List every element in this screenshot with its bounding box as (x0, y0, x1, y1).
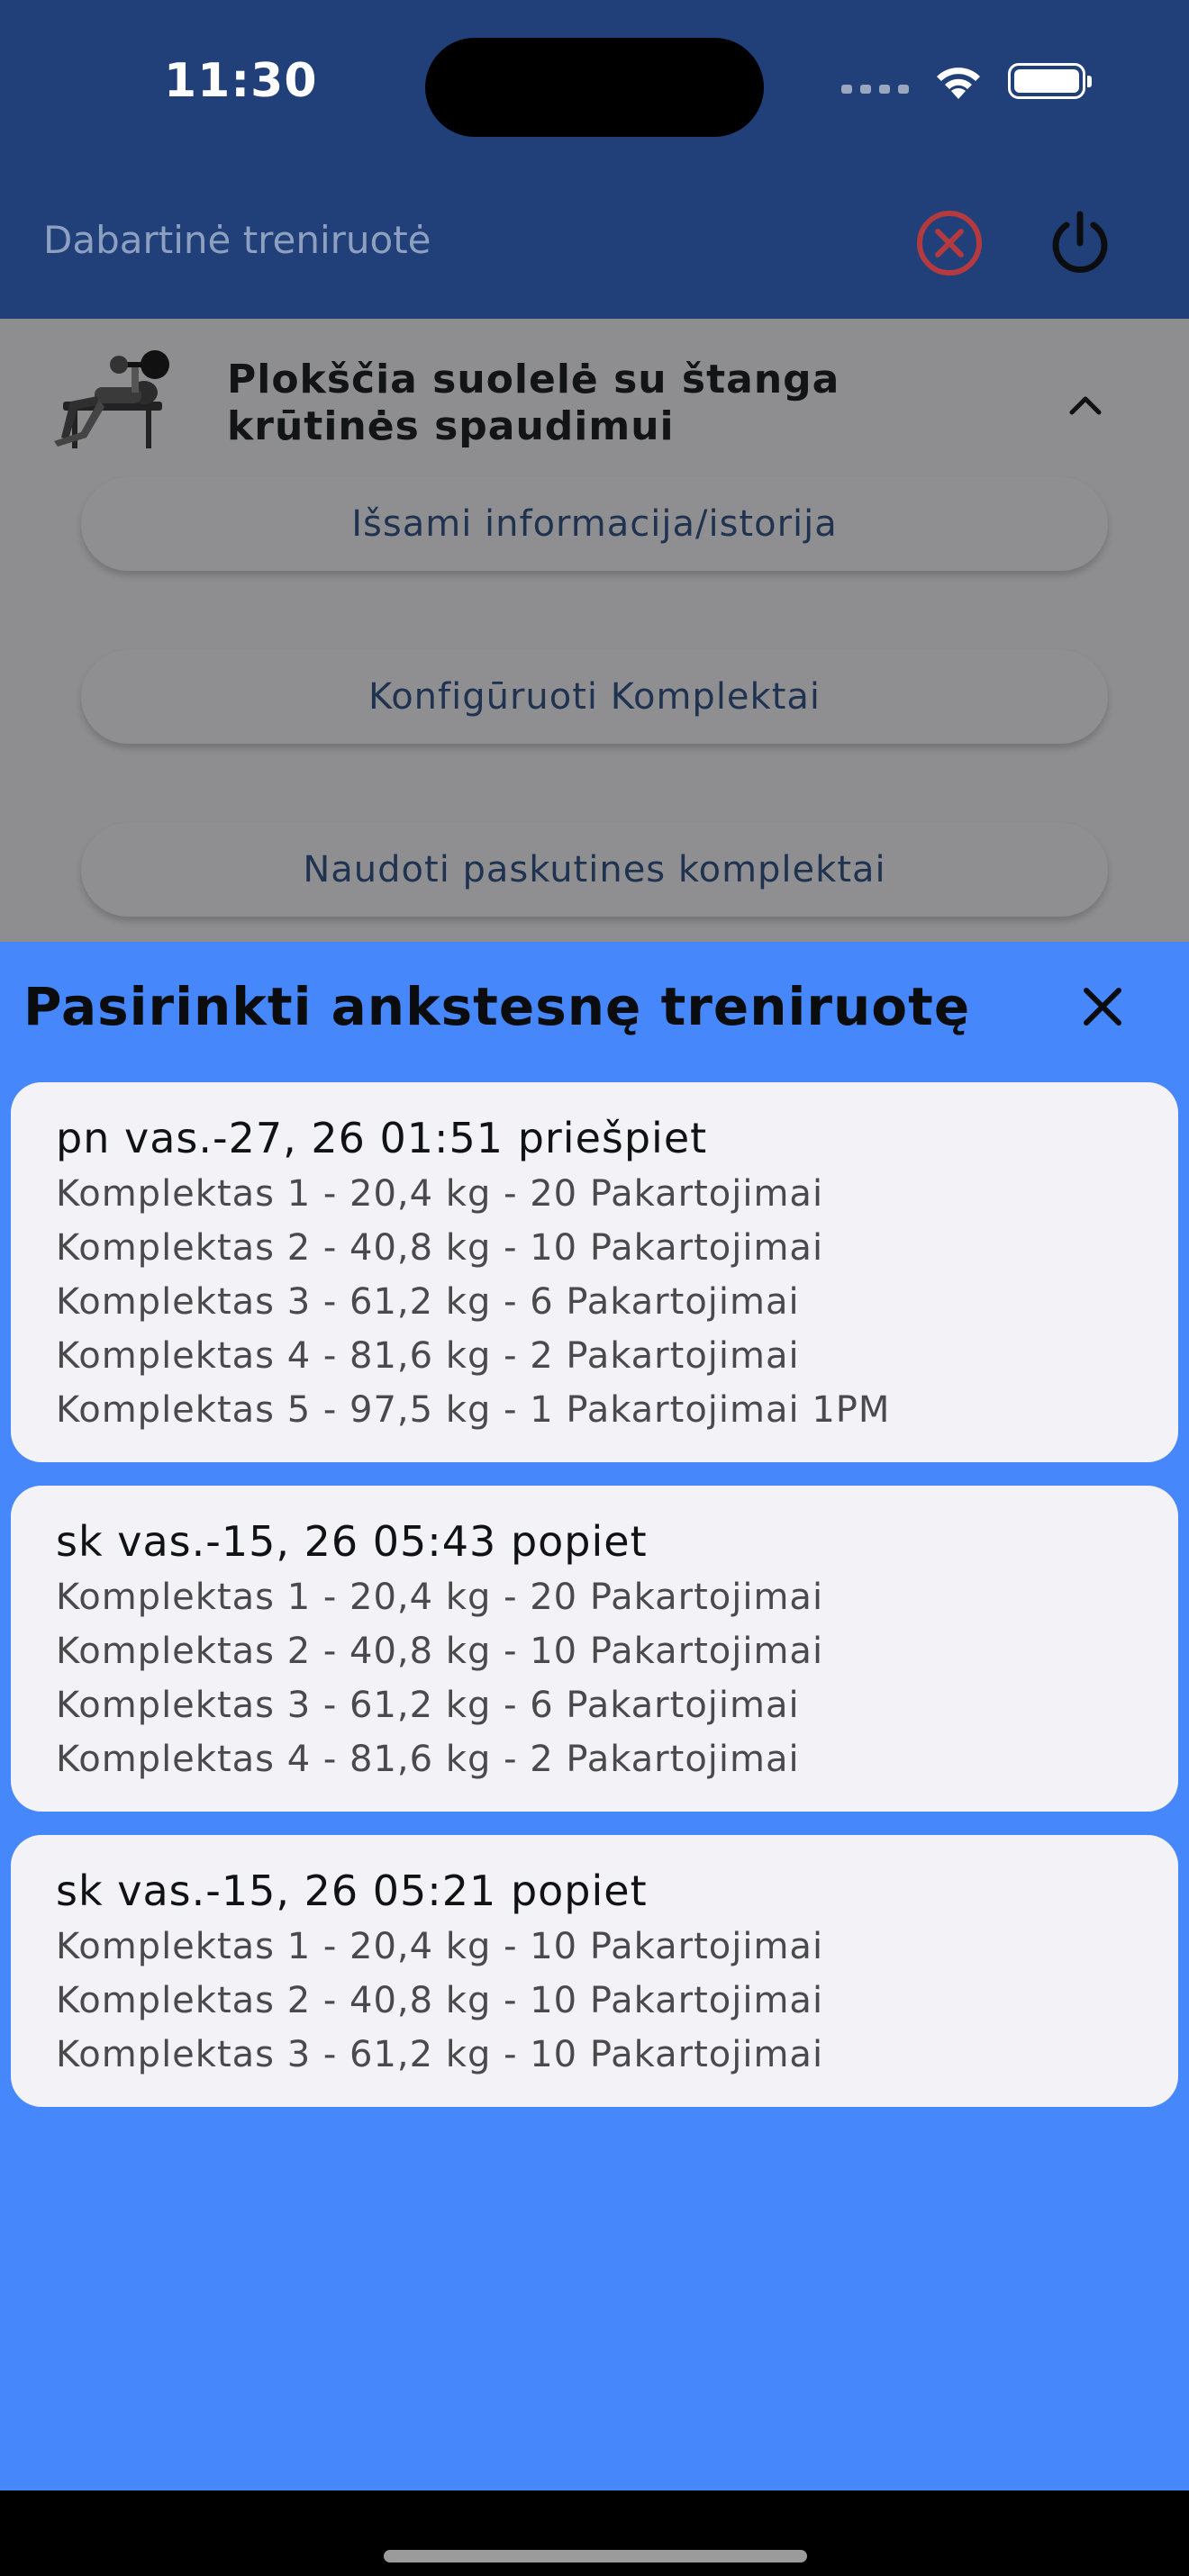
battery-icon (1008, 63, 1092, 99)
close-icon (1084, 988, 1121, 1026)
workout-card[interactable]: sk vas.-15, 26 05:43 popiet Komplektas 1 … (11, 1486, 1178, 1812)
configure-sets-button[interactable]: Konfigūruoti Komplektai (81, 650, 1108, 744)
set-line: Komplektas 3 - 61,2 kg - 6 Pakartojimai (56, 1281, 800, 1323)
close-sheet-button[interactable] (1077, 981, 1128, 1032)
set-line: Komplektas 3 - 61,2 kg - 10 Pakartojimai (56, 2034, 824, 2075)
workout-date: pn vas.-27, 26 01:51 priešpiet (56, 1114, 708, 1162)
power-icon (1052, 211, 1108, 273)
cancel-workout-button[interactable] (915, 209, 984, 277)
status-time: 11:30 (164, 54, 318, 108)
wifi-icon (932, 61, 985, 101)
cellular-signal-icon (841, 85, 909, 94)
status-icons (841, 61, 1092, 101)
finish-workout-button[interactable] (1045, 209, 1115, 279)
dynamic-island (425, 38, 764, 137)
screen: 11:30 Dabartinė treniruotė Plokščia suol… (0, 0, 1189, 2576)
page-title: Dabartinė treniruotė (43, 218, 431, 262)
set-line: Komplektas 1 - 20,4 kg - 10 Pakartojimai (56, 1926, 824, 1967)
workout-card[interactable]: pn vas.-27, 26 01:51 priešpiet Komplektas… (11, 1082, 1178, 1462)
home-area (0, 2490, 1189, 2576)
set-line: Komplektas 4 - 81,6 kg - 2 Pakartojimai (56, 1739, 800, 1780)
use-last-sets-button[interactable]: Naudoti paskutines komplektai (81, 823, 1108, 917)
previous-workout-sheet: Pasirinkti ankstesnę treniruotę pn vas.-… (0, 942, 1189, 2490)
set-line: Komplektas 2 - 40,8 kg - 10 Pakartojimai (56, 1631, 824, 1672)
bench-press-figure-icon (45, 346, 189, 463)
set-line: Komplektas 4 - 81,6 kg - 2 Pakartojimai (56, 1335, 800, 1377)
set-line: Komplektas 3 - 61,2 kg - 6 Pakartojimai (56, 1685, 800, 1726)
workout-card[interactable]: sk vas.-15, 26 05:21 popiet Komplektas 1 … (11, 1835, 1178, 2107)
sheet-title: Pasirinkti ankstesnę treniruotę (23, 976, 971, 1037)
exercise-panel: Plokščia suolelė su štanga krūtinės spau… (0, 319, 1189, 942)
set-line: Komplektas 2 - 40,8 kg - 10 Pakartojimai (56, 1227, 824, 1269)
set-line: Komplektas 2 - 40,8 kg - 10 Pakartojimai (56, 1980, 824, 2021)
app-bar: 11:30 Dabartinė treniruotė (0, 0, 1189, 319)
chevron-up-icon[interactable] (1063, 385, 1108, 421)
workout-list: pn vas.-27, 26 01:51 priešpiet Komplektas… (11, 1082, 1178, 2130)
details-history-button[interactable]: Išsami informacija/istorija (81, 477, 1108, 571)
set-line: Komplektas 5 - 97,5 kg - 1 Pakartojimai … (56, 1389, 891, 1431)
exercise-name: Plokščia suolelė su štanga krūtinės spau… (227, 357, 840, 449)
home-indicator[interactable] (384, 2550, 807, 2562)
circle-x-icon (917, 211, 982, 276)
workout-date: sk vas.-15, 26 05:43 popiet (56, 1517, 648, 1566)
workout-date: sk vas.-15, 26 05:21 popiet (56, 1866, 648, 1915)
set-line: Komplektas 1 - 20,4 kg - 20 Pakartojimai (56, 1577, 824, 1618)
set-line: Komplektas 1 - 20,4 kg - 20 Pakartojimai (56, 1173, 824, 1215)
